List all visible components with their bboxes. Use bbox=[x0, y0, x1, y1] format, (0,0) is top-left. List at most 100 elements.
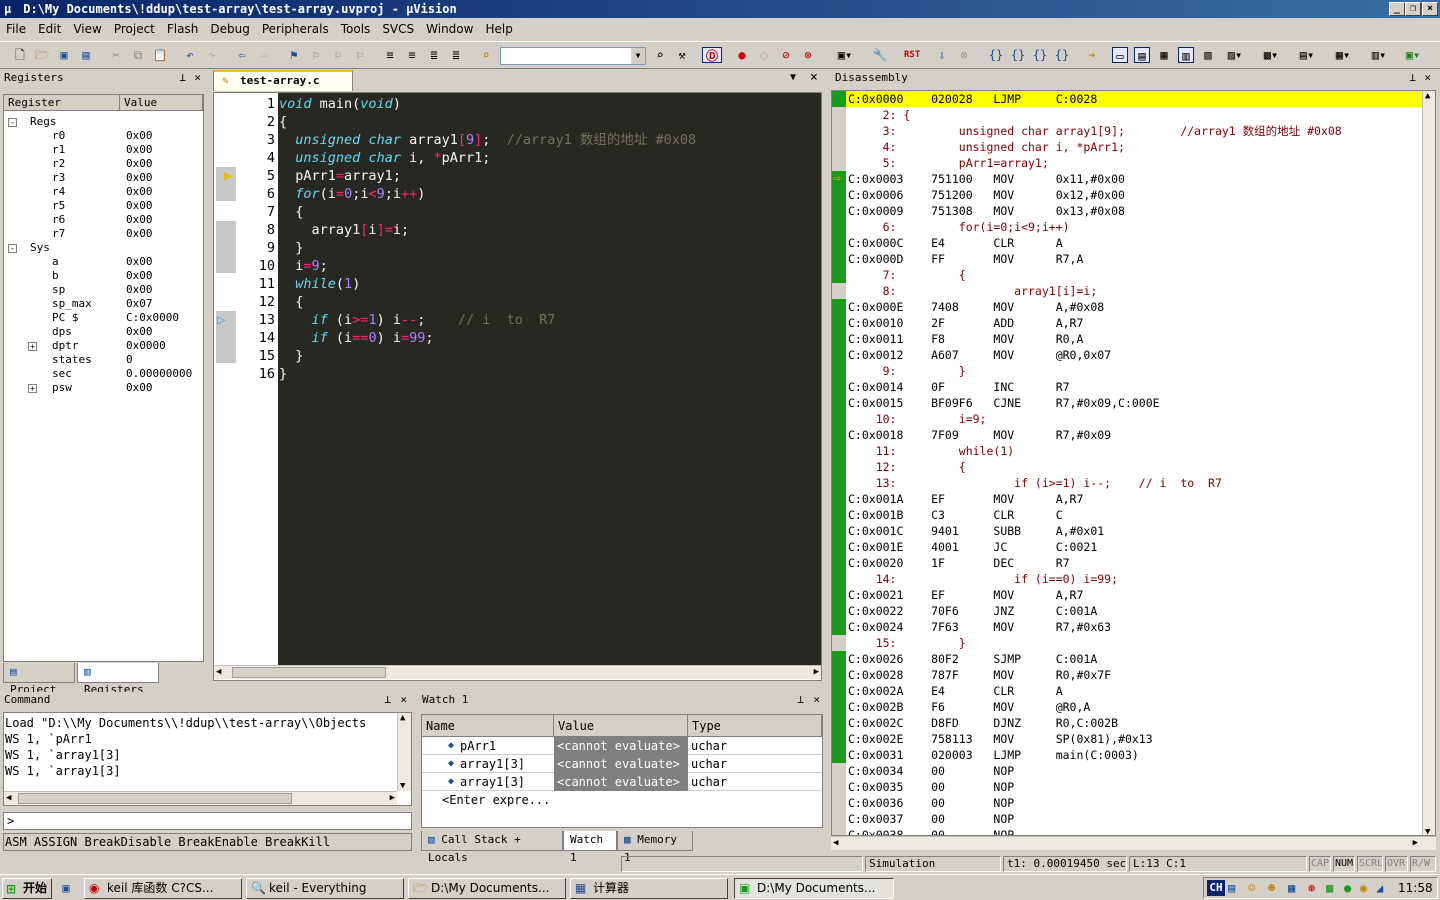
scroll-right-icon[interactable]: ▶ bbox=[390, 793, 395, 803]
asm-line[interactable]: C:0x0037 00 NOP bbox=[848, 811, 1014, 827]
trace-windows-icon[interactable]: ▥▾ bbox=[1366, 47, 1392, 63]
close-icon[interactable]: × bbox=[400, 692, 407, 708]
copy-icon[interactable]: ⧉ bbox=[130, 47, 146, 63]
editor-gutter[interactable]: ▶ ▷ 1 2 3 4 5 6 7 8 9 10 11 12 13 14 15 16 bbox=[214, 93, 277, 665]
code-line-12[interactable]: { bbox=[279, 293, 303, 311]
taskbar-item[interactable]: ▦ 计算器 bbox=[570, 878, 728, 899]
asm-line[interactable]: C:0x0012 A607 MOV @R0,0x07 bbox=[848, 347, 1111, 363]
scroll-left-icon[interactable]: ◀ bbox=[6, 793, 11, 803]
code-line-5[interactable]: pArr1=array1; bbox=[279, 167, 401, 185]
tree-expander-icon[interactable]: + bbox=[28, 342, 37, 351]
taskbar-item[interactable]: 🗁 D:\My Documents... bbox=[408, 878, 566, 899]
disable-all-breakpoints-icon[interactable]: ⊘ bbox=[778, 47, 794, 63]
watch-name[interactable]: array1[3] bbox=[460, 755, 525, 773]
code-line-14[interactable]: if (i==0) i=99; bbox=[279, 329, 434, 347]
bookmark-icon[interactable]: ⚑ bbox=[286, 47, 302, 63]
source-line[interactable]: 2: { bbox=[848, 107, 911, 123]
network-icon[interactable]: ▤ bbox=[1228, 881, 1235, 895]
disassembly-horizontal-scrollbar[interactable]: ◀ ▶ bbox=[831, 836, 1436, 850]
code-line-15[interactable]: } bbox=[279, 347, 303, 365]
menu-edit[interactable]: Edit bbox=[32, 19, 67, 39]
scroll-thumb[interactable] bbox=[232, 667, 386, 678]
asm-line[interactable]: C:0x001B C3 CLR C bbox=[848, 507, 1063, 523]
source-line[interactable]: 5: pArr1=array1; bbox=[848, 155, 1049, 171]
pin-icon[interactable]: ⊥ bbox=[384, 692, 391, 708]
asm-line[interactable]: C:0x002C D8FD DJNZ R0,C:002B bbox=[848, 715, 1118, 731]
asm-line[interactable]: C:0x0026 80F2 SJMP C:001A bbox=[848, 651, 1097, 667]
asm-line[interactable]: C:0x0014 0F INC R7 bbox=[848, 379, 1070, 395]
status-icon[interactable]: ● bbox=[1344, 881, 1351, 895]
source-line[interactable]: 15: } bbox=[848, 635, 966, 651]
configure-icon[interactable]: 🔧 bbox=[872, 47, 888, 63]
menu-svcs[interactable]: SVCS bbox=[376, 19, 420, 39]
asm-line[interactable]: C:0x0020 1F DEC R7 bbox=[848, 555, 1070, 571]
minimize-button[interactable]: _ bbox=[1389, 2, 1405, 16]
pin-icon[interactable]: ⊥ bbox=[1409, 70, 1416, 86]
watch-row[interactable]: ◆ array1[3] <cannot evaluate> uchar bbox=[422, 755, 822, 773]
disassembly-vertical-scrollbar[interactable]: ▲ ▼ bbox=[1422, 91, 1435, 835]
scroll-left-icon[interactable]: ◀ bbox=[216, 667, 221, 677]
clock[interactable]: 11:58 bbox=[1398, 880, 1433, 896]
source-line[interactable]: 7: { bbox=[848, 267, 966, 283]
editor-tab-test-array[interactable]: ✎ test-array.c bbox=[213, 70, 353, 91]
register-row[interactable]: + dptr 0x0000 bbox=[4, 339, 203, 353]
meter-icon[interactable]: ▩ bbox=[1326, 881, 1333, 895]
asm-line[interactable]: C:0x0021 EF MOV A,R7 bbox=[848, 587, 1083, 603]
register-row[interactable]: a 0x00 bbox=[4, 255, 203, 269]
show-next-statement-icon[interactable]: ➔ bbox=[1084, 47, 1100, 63]
source-line[interactable]: 11: while(1) bbox=[848, 443, 1014, 459]
col-value-header[interactable]: Value bbox=[120, 95, 203, 111]
next-bookmark-icon[interactable]: ⚐ bbox=[330, 47, 346, 63]
system-viewer-icon[interactable]: ▣▾ bbox=[1400, 47, 1426, 63]
menu-view[interactable]: View bbox=[67, 19, 107, 39]
watch-row[interactable]: ◆ array1[3] <cannot evaluate> uchar bbox=[422, 773, 822, 791]
step-out-icon[interactable]: {} bbox=[1032, 47, 1048, 63]
tab-call-stack-locals[interactable]: ▧ Call Stack + Locals bbox=[421, 831, 563, 864]
asm-line[interactable]: C:0x001C 9401 SUBB A,#0x01 bbox=[848, 523, 1104, 539]
asm-line[interactable]: C:0x0011 F8 MOV R0,A bbox=[848, 331, 1083, 347]
watch-col-value[interactable]: Value bbox=[554, 715, 688, 737]
tab-watch-1[interactable]: Watch 1 bbox=[563, 831, 617, 864]
asm-line[interactable]: C:0x002E 758113 MOV SP(0x81),#0x13 bbox=[848, 731, 1153, 747]
paste-icon[interactable]: 📋 bbox=[152, 47, 168, 63]
run-to-cursor-icon[interactable]: {} bbox=[1054, 47, 1070, 63]
qq-icon[interactable]: ☺ bbox=[1248, 881, 1255, 895]
scroll-up-icon[interactable]: ▲ bbox=[1425, 91, 1430, 101]
tab-memory-1[interactable]: ▩ Memory 1 bbox=[617, 831, 693, 864]
register-row[interactable]: dps 0x00 bbox=[4, 325, 203, 339]
code-line-8[interactable]: array1[i]=i; bbox=[279, 221, 410, 239]
incremental-find-icon[interactable]: ⚒ bbox=[674, 47, 690, 63]
command-vertical-scrollbar[interactable]: ▲ ▼ bbox=[397, 713, 411, 791]
ime-indicator[interactable]: CH bbox=[1207, 880, 1225, 896]
register-row[interactable]: r5 0x00 bbox=[4, 199, 203, 213]
watch-name[interactable]: pArr1 bbox=[460, 737, 496, 755]
find-in-files-icon[interactable]: ⌕ bbox=[478, 47, 494, 63]
close-icon[interactable]: × bbox=[1424, 70, 1431, 86]
menu-help[interactable]: Help bbox=[479, 19, 518, 39]
asm-line[interactable]: C:0x002A E4 CLR A bbox=[848, 683, 1063, 699]
source-line[interactable]: 4: unsigned char i, *pArr1; bbox=[848, 139, 1125, 155]
asm-line[interactable]: C:0x0003 751100 MOV 0x11,#0x00 bbox=[848, 171, 1125, 187]
asm-line[interactable]: C:0x0010 2F ADD A,R7 bbox=[848, 315, 1083, 331]
register-row[interactable]: r7 0x00 bbox=[4, 227, 203, 241]
code-line-1[interactable]: void main(void) bbox=[279, 95, 401, 113]
save-icon[interactable]: ▣ bbox=[56, 47, 72, 63]
window-layout-icon[interactable]: ▣▾ bbox=[832, 47, 858, 63]
undo-icon[interactable]: ↶ bbox=[182, 47, 198, 63]
register-row[interactable]: r2 0x00 bbox=[4, 157, 203, 171]
code-line-13[interactable]: if (i>=1) i--; // i to R7 bbox=[279, 311, 556, 329]
open-file-icon[interactable]: 🗁 bbox=[34, 47, 50, 63]
asm-line[interactable]: C:0x0015 BF09F6 CJNE R7,#0x09,C:000E bbox=[848, 395, 1160, 411]
watch-col-name[interactable]: Name bbox=[422, 715, 554, 737]
asm-line[interactable]: C:0x0034 00 NOP bbox=[848, 763, 1014, 779]
clear-bookmarks-icon[interactable]: ⚐ bbox=[352, 47, 368, 63]
code-line-10[interactable]: i=9; bbox=[279, 257, 328, 275]
scroll-thumb[interactable] bbox=[18, 793, 292, 804]
asm-line[interactable]: C:0x0038 00 NOP bbox=[848, 827, 1014, 835]
scroll-left-icon[interactable]: ◀ bbox=[833, 838, 838, 848]
disable-breakpoint-icon[interactable]: ○ bbox=[756, 47, 772, 63]
pin-icon[interactable]: ⊥ bbox=[797, 692, 804, 708]
asm-line[interactable]: C:0x0031 020003 LJMP main(C:0003) bbox=[848, 747, 1139, 763]
asm-line[interactable]: C:0x0036 00 NOP bbox=[848, 795, 1014, 811]
security-icon[interactable]: ⊛ bbox=[1308, 881, 1315, 895]
